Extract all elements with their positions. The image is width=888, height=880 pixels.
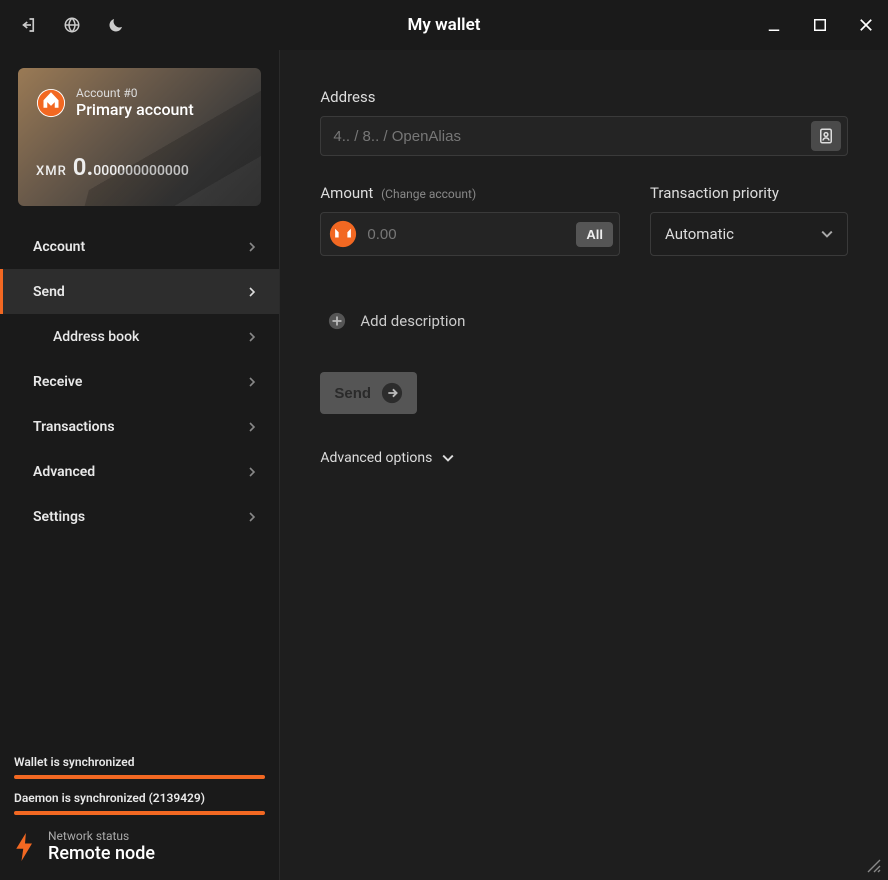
chevron-down-icon xyxy=(821,228,833,240)
bolt-icon xyxy=(14,833,36,861)
balance-fraction: 000000000000 xyxy=(93,163,188,179)
sidebar-nav: Account Send Address book Receive Transa… xyxy=(0,224,279,539)
priority-label: Transaction priority xyxy=(650,184,848,202)
add-description-label: Add description xyxy=(360,312,465,330)
chevron-down-icon xyxy=(442,452,454,464)
nav-label: Address book xyxy=(53,329,139,345)
address-book-button[interactable] xyxy=(811,121,841,151)
account-card[interactable]: Account #0 Primary account XMR 0.0000000… xyxy=(18,68,261,206)
wallet-sync-bar xyxy=(14,775,265,779)
title-bar: My wallet xyxy=(0,0,888,50)
nav-label: Send xyxy=(33,284,65,300)
balance-integer: 0. xyxy=(73,153,94,181)
nav-receive[interactable]: Receive xyxy=(0,359,279,404)
nav-label: Advanced xyxy=(33,464,95,480)
address-label: Address xyxy=(320,88,848,106)
moon-icon[interactable] xyxy=(106,15,126,35)
nav-label: Transactions xyxy=(33,419,115,435)
nav-transactions[interactable]: Transactions xyxy=(0,404,279,449)
chevron-right-icon xyxy=(247,377,257,387)
chevron-right-icon xyxy=(247,242,257,252)
resize-grip[interactable] xyxy=(866,858,882,874)
arrow-right-circle-icon xyxy=(381,382,403,404)
monero-logo-icon xyxy=(36,88,66,118)
chevron-right-icon xyxy=(247,287,257,297)
network-status-value: Remote node xyxy=(48,843,155,864)
address-book-icon xyxy=(817,127,835,145)
nav-advanced[interactable]: Advanced xyxy=(0,449,279,494)
advanced-options-toggle[interactable]: Advanced options xyxy=(320,450,848,466)
add-description-button[interactable]: Add description xyxy=(320,312,848,330)
change-account-link[interactable]: (Change account) xyxy=(381,187,476,201)
main-panel: Address Amount (Change account) xyxy=(280,50,888,880)
network-status-label: Network status xyxy=(48,829,155,843)
amount-label: Amount (Change account) xyxy=(320,184,620,202)
plus-circle-icon xyxy=(328,312,346,330)
amount-input[interactable] xyxy=(367,226,566,243)
balance-currency: XMR xyxy=(36,164,67,179)
chevron-right-icon xyxy=(247,422,257,432)
daemon-sync-bar xyxy=(14,811,265,815)
amount-input-wrap: All xyxy=(320,212,620,256)
account-number: Account #0 xyxy=(76,86,194,100)
status-block: Wallet is synchronized Daemon is synchro… xyxy=(0,743,279,880)
priority-value: Automatic xyxy=(665,225,734,243)
chevron-right-icon xyxy=(247,512,257,522)
nav-settings[interactable]: Settings xyxy=(0,494,279,539)
network-status[interactable]: Network status Remote node xyxy=(14,829,265,864)
address-input-wrap xyxy=(320,116,848,156)
advanced-options-label: Advanced options xyxy=(320,450,432,466)
account-balance: XMR 0.000000000000 xyxy=(36,153,243,181)
wallet-sync-status: Wallet is synchronized xyxy=(14,755,265,769)
window-title: My wallet xyxy=(0,15,888,35)
sidebar: Account #0 Primary account XMR 0.0000000… xyxy=(0,50,280,880)
minimize-button[interactable] xyxy=(762,13,786,37)
amount-all-button[interactable]: All xyxy=(576,222,613,247)
daemon-sync-status: Daemon is synchronized (2139429) xyxy=(14,791,265,805)
nav-address-book[interactable]: Address book xyxy=(0,314,279,359)
nav-label: Settings xyxy=(33,509,85,525)
send-button[interactable]: Send xyxy=(320,372,417,414)
nav-label: Account xyxy=(33,239,85,255)
nav-send[interactable]: Send xyxy=(0,269,279,314)
priority-select[interactable]: Automatic xyxy=(650,212,848,256)
chevron-right-icon xyxy=(247,332,257,342)
account-name: Primary account xyxy=(76,100,194,119)
logout-icon[interactable] xyxy=(18,15,38,35)
address-input[interactable] xyxy=(333,128,811,145)
nav-account[interactable]: Account xyxy=(0,224,279,269)
monero-icon xyxy=(329,220,357,248)
maximize-button[interactable] xyxy=(808,13,832,37)
globe-icon[interactable] xyxy=(62,15,82,35)
chevron-right-icon xyxy=(247,467,257,477)
nav-label: Receive xyxy=(33,374,82,390)
close-button[interactable] xyxy=(854,13,878,37)
send-button-label: Send xyxy=(334,385,371,402)
